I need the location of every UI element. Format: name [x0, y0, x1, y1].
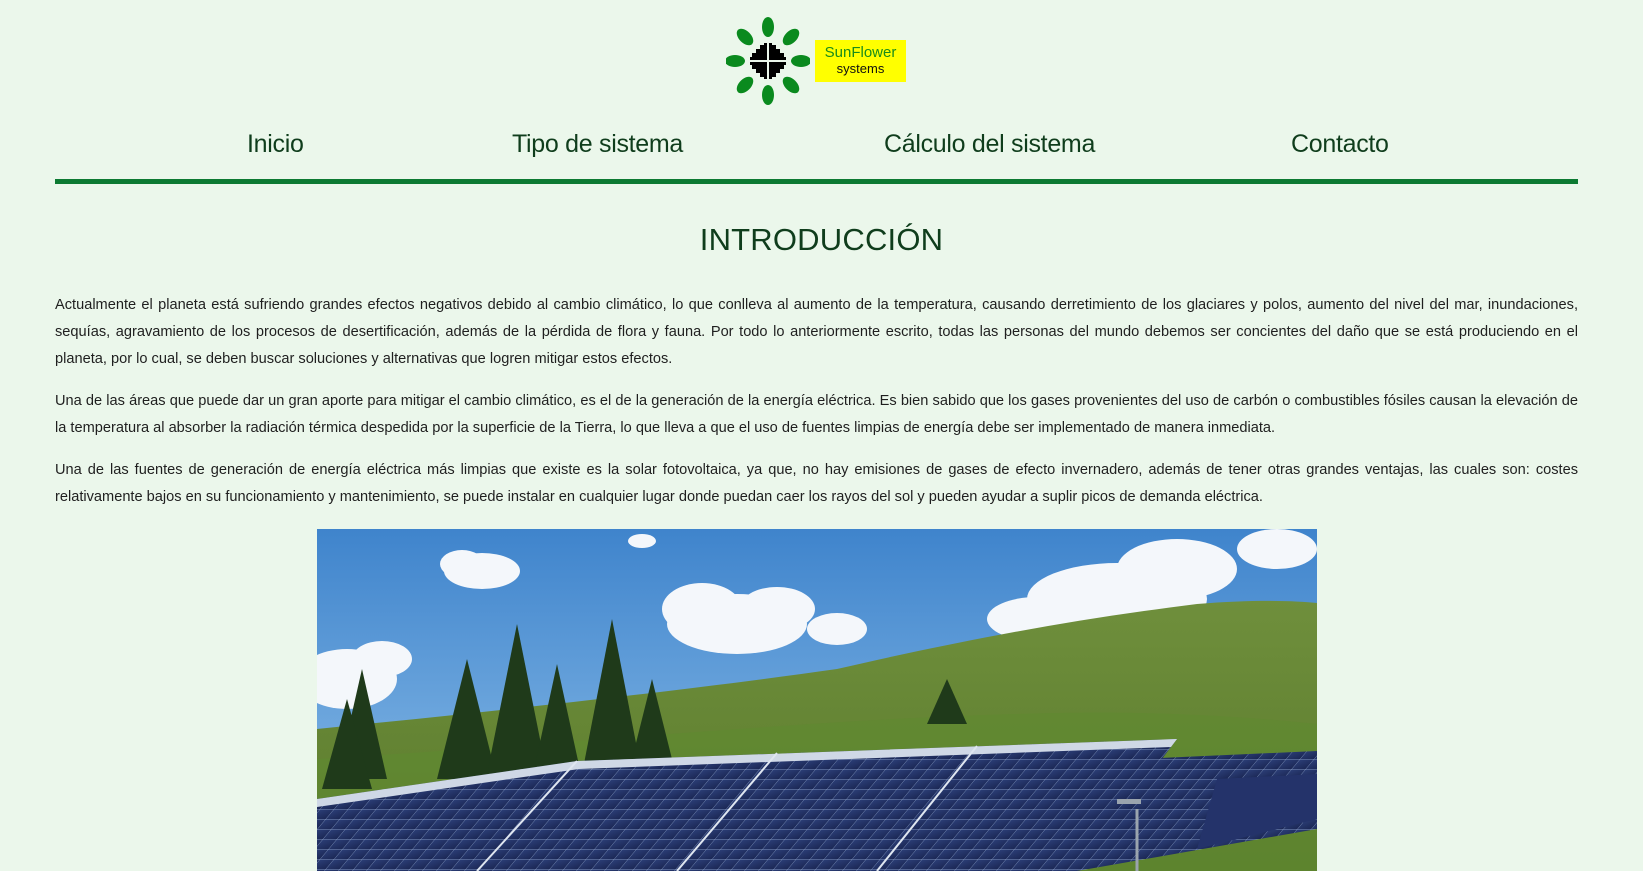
page: SunFlower systems Inicio Tipo de sistema… [0, 0, 1643, 871]
site-logo[interactable]: SunFlower systems [726, 16, 916, 106]
intro-paragraph-3: Una de las fuentes de generación de ener… [55, 462, 1578, 505]
nav-item-inicio[interactable]: Inicio [247, 130, 304, 159]
intro-paragraph-2: Una de las áreas que puede dar un gran a… [55, 393, 1578, 436]
logo-brand-line2: systems [836, 61, 885, 76]
intro-paragraph-1: Actualmente el planeta está sufriendo gr… [55, 297, 1578, 367]
logo-brand-line1: SunFlower [824, 44, 897, 61]
main-nav: Inicio Tipo de sistema Cálculo del siste… [55, 124, 1578, 180]
intro-content: Actualmente el planeta está sufriendo gr… [55, 292, 1578, 526]
solar-panels-photo [317, 529, 1317, 871]
sunflower-logo-icon [726, 17, 810, 105]
solar-panels-image [317, 529, 1317, 871]
nav-item-contacto[interactable]: Contacto [1291, 130, 1389, 159]
nav-item-calculo-del-sistema[interactable]: Cálculo del sistema [884, 130, 1095, 159]
logo-badge: SunFlower systems [815, 40, 906, 82]
page-title: INTRODUCCIÓN [699, 222, 944, 257]
nav-divider [55, 179, 1578, 184]
nav-item-tipo-de-sistema[interactable]: Tipo de sistema [512, 130, 683, 159]
